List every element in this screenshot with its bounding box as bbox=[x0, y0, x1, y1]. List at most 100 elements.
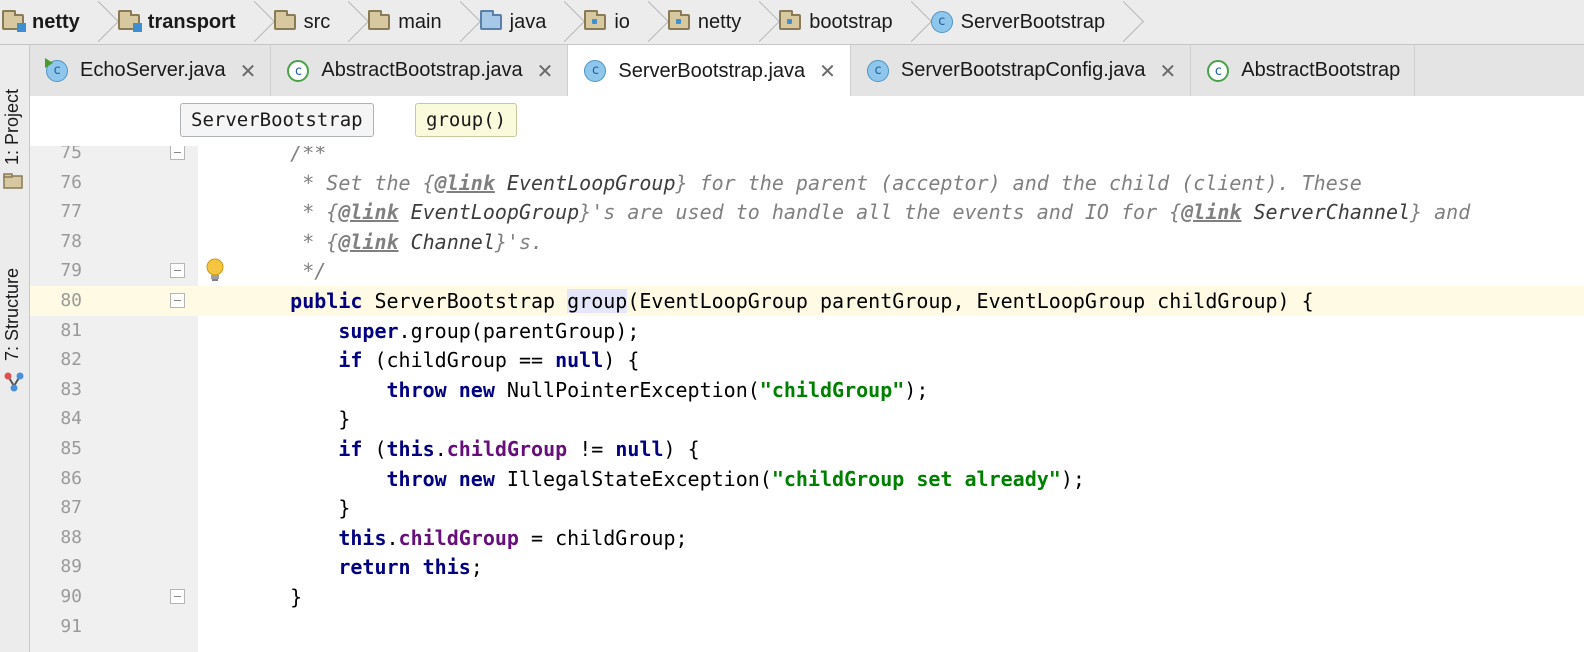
code-line[interactable]: 88 this.childGroup = childGroup; bbox=[30, 523, 1584, 553]
code-token: } and bbox=[1410, 200, 1471, 225]
breadcrumb-separator bbox=[640, 0, 654, 44]
code-token: childGroup bbox=[398, 525, 519, 550]
code-token: ServerChannel bbox=[1253, 200, 1411, 225]
code-line[interactable]: 75 /** bbox=[30, 146, 1584, 168]
line-number: 85 bbox=[60, 438, 82, 459]
fold-marker-icon[interactable] bbox=[170, 589, 185, 604]
project-folder-icon[interactable] bbox=[3, 173, 23, 189]
code-line[interactable]: 85 if (this.childGroup != null) { bbox=[30, 434, 1584, 464]
project-tool-button[interactable]: 1: Project bbox=[2, 89, 23, 165]
code-token: @link bbox=[1181, 200, 1242, 225]
code-token: Channel bbox=[410, 229, 495, 254]
editor-tab[interactable]: c ServerBootstrap.java ✕ bbox=[568, 45, 851, 96]
code-line[interactable]: 76 * Set the {@link EventLoopGroup} for … bbox=[30, 168, 1584, 198]
code-token: } bbox=[242, 407, 351, 432]
line-number: 82 bbox=[60, 349, 82, 371]
breadcrumb-label: main bbox=[398, 10, 442, 33]
line-number: 81 bbox=[60, 319, 82, 341]
breadcrumb-item[interactable]: src bbox=[268, 0, 363, 44]
class-icon: c bbox=[584, 60, 607, 82]
close-tab-icon[interactable]: ✕ bbox=[819, 59, 836, 83]
code-line[interactable]: 89 return this; bbox=[30, 552, 1584, 582]
close-tab-icon[interactable]: ✕ bbox=[537, 59, 554, 83]
module-folder-icon bbox=[2, 10, 26, 32]
code-token: } bbox=[242, 496, 351, 521]
code-token: * { bbox=[242, 200, 339, 225]
breadcrumb-item[interactable]: transport bbox=[112, 0, 268, 44]
code-line[interactable]: 80 public ServerBootstrap group(EventLoo… bbox=[30, 286, 1584, 316]
breadcrumb-separator bbox=[246, 0, 260, 44]
tab-label: AbstractBootstrap.java bbox=[321, 59, 523, 81]
code-token: this bbox=[386, 437, 435, 461]
breadcrumb-label: transport bbox=[147, 10, 236, 33]
folder-icon bbox=[273, 10, 296, 30]
breadcrumb-label: netty bbox=[32, 10, 80, 33]
code-line[interactable]: 86 throw new IllegalStateException("chil… bbox=[30, 464, 1584, 494]
breadcrumb-item[interactable]: main bbox=[362, 0, 473, 44]
code-token: ( bbox=[362, 437, 387, 461]
code-line[interactable]: 78 * {@link Channel}'s. bbox=[30, 227, 1584, 257]
code-line[interactable]: 83 throw new NullPointerException("child… bbox=[30, 375, 1584, 405]
code-token: throw new bbox=[386, 377, 495, 402]
code-line[interactable]: 84 } bbox=[30, 404, 1584, 434]
breadcrumb-item[interactable]: java bbox=[474, 0, 579, 44]
code-token: . bbox=[386, 525, 399, 550]
structure-icon[interactable] bbox=[3, 371, 25, 395]
code-text: this.childGroup = childGroup; bbox=[242, 523, 687, 553]
tab-label: AbstractBootstrap bbox=[1241, 59, 1401, 81]
line-number: 78 bbox=[60, 230, 82, 252]
context-class-crumb[interactable]: ServerBootstrap bbox=[180, 103, 374, 137]
intention-bulb-icon[interactable] bbox=[205, 258, 225, 284]
tab-label: ServerBootstrapConfig.java bbox=[900, 59, 1146, 81]
line-number: 79 bbox=[60, 260, 82, 282]
breadcrumb-label: java bbox=[509, 10, 547, 33]
fold-marker-icon[interactable] bbox=[170, 146, 185, 160]
editor-tab[interactable]: c AbstractBootstrap bbox=[1191, 45, 1416, 96]
breadcrumb-item[interactable]: c ServerBootstrap bbox=[925, 0, 1138, 44]
code-token: this bbox=[338, 525, 387, 550]
fold-marker-icon[interactable] bbox=[170, 293, 185, 308]
tab-label: EchoServer.java bbox=[80, 59, 226, 81]
close-tab-icon[interactable]: ✕ bbox=[240, 59, 257, 83]
line-number: 77 bbox=[60, 201, 82, 223]
code-line[interactable]: 82 if (childGroup == null) { bbox=[30, 345, 1584, 375]
code-line[interactable]: 87 } bbox=[30, 493, 1584, 523]
code-token: super bbox=[338, 318, 399, 343]
code-text: * {@link EventLoopGroup}'s are used to h… bbox=[242, 197, 1470, 227]
code-line[interactable]: 81 super.group(parentGroup); bbox=[30, 316, 1584, 346]
code-token: (childGroup == bbox=[362, 348, 556, 373]
context-method-crumb[interactable]: group() bbox=[415, 103, 518, 137]
code-token: ); bbox=[904, 377, 929, 402]
breadcrumb-item[interactable]: netty bbox=[662, 0, 773, 44]
fold-marker-icon[interactable] bbox=[170, 263, 185, 279]
code-line[interactable]: 91 bbox=[30, 612, 1584, 642]
line-number: 86 bbox=[60, 467, 82, 489]
abstract-class-icon: c bbox=[287, 59, 310, 82]
breadcrumb-item[interactable]: io bbox=[578, 0, 662, 44]
close-tab-icon[interactable]: ✕ bbox=[1160, 59, 1177, 83]
code-editor[interactable]: 75 /** 76 * Set the {@link EventLoopGroup… bbox=[30, 146, 1584, 652]
code-token: ); bbox=[1060, 466, 1085, 491]
line-number: 80 bbox=[60, 290, 82, 311]
structure-tool-button[interactable]: 7: Structure bbox=[2, 268, 23, 361]
breadcrumb-separator bbox=[556, 0, 570, 44]
code-token: null bbox=[555, 348, 604, 373]
editor-tab[interactable]: c AbstractBootstrap.java ✕ bbox=[271, 45, 569, 96]
breadcrumb-item[interactable]: netty bbox=[0, 0, 112, 44]
code-line[interactable]: 90 } bbox=[30, 582, 1584, 612]
breadcrumb-item[interactable]: bootstrap bbox=[773, 0, 924, 44]
code-text: if (this.childGroup != null) { bbox=[242, 434, 699, 464]
code-token: IllegalStateException( bbox=[494, 466, 772, 491]
code-line[interactable]: 79 */ bbox=[30, 256, 1584, 286]
breadcrumb-separator bbox=[452, 0, 466, 44]
code-line[interactable]: 77 * {@link EventLoopGroup}'s are used t… bbox=[30, 197, 1584, 227]
editor-tab[interactable]: c ServerBootstrapConfig.java ✕ bbox=[851, 45, 1192, 96]
editor-tab[interactable]: c EchoServer.java ✕ bbox=[30, 45, 272, 96]
code-text: */ bbox=[242, 256, 326, 286]
package-icon bbox=[667, 10, 690, 30]
